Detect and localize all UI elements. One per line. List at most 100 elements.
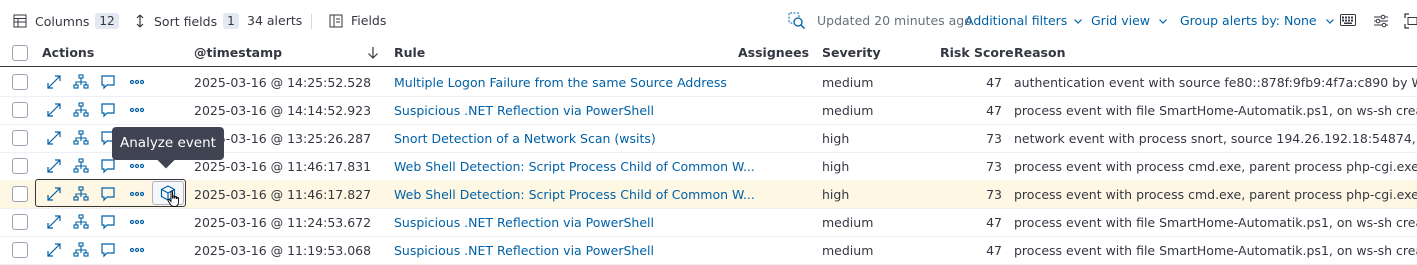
alerts-table-toolbar: Columns 12 Sort fields 1 34 alerts Field… (0, 0, 1417, 42)
header-assignees[interactable]: Assignees (738, 45, 809, 60)
row-checkbox[interactable] (12, 74, 28, 90)
table-row-highlighted: 2025-03-16 @ 11:46:17.827 Web Shell Dete… (0, 179, 1417, 209)
comment-icon[interactable] (100, 242, 116, 258)
row-rule-link[interactable]: Web Shell Detection: Script Process Chil… (394, 159, 755, 174)
header-actions: Actions (42, 45, 95, 60)
sort-desc-arrow-icon[interactable] (367, 46, 379, 62)
analyze-event-tooltip: Analyze event (112, 127, 224, 169)
row-severity: medium (822, 75, 874, 90)
investigate-tree-icon[interactable] (73, 214, 89, 230)
expand-icon[interactable] (46, 214, 62, 230)
header-severity[interactable]: Severity (822, 45, 881, 60)
row-rule-link[interactable]: Suspicious .NET Reflection via PowerShel… (394, 215, 654, 230)
row-checkbox[interactable] (12, 242, 28, 258)
chevron-down-icon (1325, 16, 1335, 26)
row-rule-link[interactable]: Suspicious .NET Reflection via PowerShel… (394, 103, 654, 118)
row-checkbox[interactable] (12, 186, 28, 202)
header-timestamp[interactable]: @timestamp (194, 45, 282, 60)
expand-icon[interactable] (46, 158, 62, 174)
row-risk-score: 73 (986, 131, 1002, 146)
fields-label: Fields (351, 13, 387, 28)
more-actions-icon[interactable] (129, 74, 145, 90)
sort-fields-label: Sort fields (154, 13, 218, 29)
chevron-down-icon (1073, 16, 1083, 26)
investigate-tree-icon[interactable] (73, 130, 89, 146)
investigate-tree-icon[interactable] (73, 186, 89, 202)
settings-sliders-icon[interactable] (1373, 14, 1389, 28)
columns-count-badge: 12 (95, 13, 119, 29)
table-row: 2025-03-16 @ 11:24:53.672 Suspicious .NE… (0, 208, 1417, 237)
investigate-tree-icon[interactable] (73, 158, 89, 174)
row-checkbox[interactable] (12, 158, 28, 174)
row-risk-score: 73 (986, 187, 1002, 202)
row-reason: process event with file SmartHome-Automa… (1014, 215, 1417, 230)
more-actions-icon[interactable] (129, 102, 145, 118)
grid-view-button[interactable]: Grid view (1091, 13, 1168, 28)
row-timestamp: 2025-03-16 @ 11:24:53.672 (194, 215, 372, 230)
sort-count-badge: 1 (223, 13, 239, 29)
group-alerts-label: Group alerts by: None (1180, 13, 1317, 28)
comment-icon[interactable] (100, 214, 116, 230)
row-rule-link[interactable]: Web Shell Detection: Script Process Chil… (394, 187, 755, 202)
row-rule-link[interactable]: Suspicious .NET Reflection via PowerShel… (394, 243, 654, 258)
toolbar-divider (311, 14, 312, 29)
additional-filters-label: Additional filters (965, 13, 1068, 28)
row-risk-score: 47 (986, 103, 1002, 118)
comment-icon[interactable] (100, 102, 116, 118)
row-risk-score: 73 (986, 159, 1002, 174)
row-severity: high (822, 159, 850, 174)
row-risk-score: 47 (986, 215, 1002, 230)
row-severity: medium (822, 103, 874, 118)
expand-icon[interactable] (46, 130, 62, 146)
grid-view-label: Grid view (1091, 13, 1150, 28)
comment-icon[interactable] (100, 186, 116, 202)
analyze-event-button[interactable] (152, 181, 184, 207)
row-rule-link[interactable]: Multiple Logon Failure from the same Sou… (394, 75, 727, 90)
expand-icon[interactable] (46, 102, 62, 118)
select-all-checkbox[interactable] (12, 45, 28, 61)
row-timestamp: 2025-03-16 @ 14:25:52.528 (194, 75, 372, 90)
expand-icon[interactable] (46, 186, 62, 202)
row-reason: process event with process cmd.exe, pare… (1014, 159, 1417, 174)
header-rule[interactable]: Rule (394, 45, 425, 60)
investigate-tree-icon[interactable] (73, 242, 89, 258)
more-actions-icon[interactable] (129, 158, 145, 174)
investigate-tree-icon[interactable] (73, 74, 89, 90)
more-actions-icon[interactable] (129, 214, 145, 230)
columns-button[interactable]: Columns 12 (13, 13, 119, 29)
row-severity: high (822, 187, 850, 202)
keyboard-icon[interactable] (1340, 14, 1356, 26)
row-risk-score: 47 (986, 243, 1002, 258)
row-checkbox[interactable] (12, 102, 28, 118)
investigate-tree-icon[interactable] (73, 102, 89, 118)
row-reason: authentication event with source fe80::8… (1014, 75, 1417, 90)
more-actions-icon[interactable] (129, 186, 145, 202)
sparkles-search-icon[interactable] (788, 12, 806, 30)
group-alerts-button[interactable]: Group alerts by: None (1180, 13, 1335, 28)
updated-text: Updated 20 minutes ago (817, 13, 972, 28)
comment-icon[interactable] (100, 158, 116, 174)
table-row: 2025-03-16 @ 11:19:53.068 Suspicious .NE… (0, 236, 1417, 265)
fields-icon (329, 14, 343, 28)
tooltip-text: Analyze event (120, 135, 216, 151)
fullscreen-icon[interactable] (1404, 13, 1417, 29)
more-actions-icon[interactable] (129, 242, 145, 258)
alerts-count: 34 alerts (247, 13, 303, 28)
row-reason: process event with file SmartHome-Automa… (1014, 103, 1417, 118)
header-risk-score[interactable]: Risk Score (940, 45, 1014, 60)
additional-filters-button[interactable]: Additional filters (965, 13, 1083, 28)
chevron-down-icon (1158, 16, 1168, 26)
expand-icon[interactable] (46, 242, 62, 258)
header-reason[interactable]: Reason (1014, 45, 1065, 60)
row-checkbox[interactable] (12, 214, 28, 230)
row-checkbox[interactable] (12, 130, 28, 146)
row-risk-score: 47 (986, 75, 1002, 90)
row-timestamp: 2025-03-16 @ 11:46:17.827 (194, 187, 372, 202)
expand-icon[interactable] (46, 74, 62, 90)
comment-icon[interactable] (100, 74, 116, 90)
row-timestamp: 2025-03-16 @ 11:46:17.831 (194, 159, 372, 174)
sort-fields-button[interactable]: Sort fields 1 (134, 13, 239, 29)
row-rule-link[interactable]: Snort Detection of a Network Scan (wsits… (394, 131, 656, 146)
row-timestamp: 2025-03-16 @ 11:19:53.068 (194, 243, 372, 258)
fields-button[interactable]: Fields (329, 13, 386, 28)
